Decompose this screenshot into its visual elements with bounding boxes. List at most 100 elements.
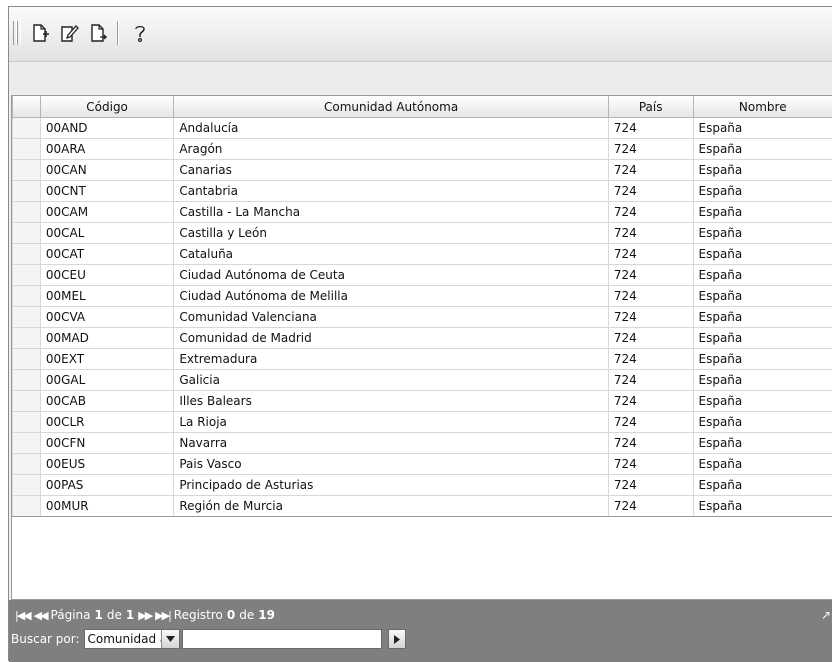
resize-grip-icon[interactable]: ↗ (821, 608, 831, 622)
cell-codigo: 00PAS (40, 475, 174, 496)
row-indicator[interactable] (13, 412, 41, 433)
window-frame: Código Comunidad Autónoma País Nombre 00… (8, 6, 832, 661)
table-row[interactable]: 00CFNNavarra724España (13, 433, 832, 454)
cell-nombre: España (693, 160, 832, 181)
cell-comunidad: Galicia (174, 370, 608, 391)
cell-pais: 724 (608, 265, 693, 286)
first-page-icon[interactable]: |◀◀ (15, 609, 30, 622)
cell-pais: 724 (608, 223, 693, 244)
table-row[interactable]: 00ARAAragón724España (13, 139, 832, 160)
row-indicator[interactable] (13, 160, 41, 181)
column-header-pais[interactable]: País (608, 96, 693, 118)
table-row[interactable]: 00CAMCastilla - La Mancha724España (13, 202, 832, 223)
cell-codigo: 00MUR (40, 496, 174, 517)
table-row[interactable]: 00EUSPais Vasco724España (13, 454, 832, 475)
table-row[interactable]: 00CEUCiudad Autónoma de Ceuta724España (13, 265, 832, 286)
cell-pais: 724 (608, 244, 693, 265)
cell-codigo: 00MAD (40, 328, 174, 349)
page-current: 1 (95, 608, 103, 622)
table-row[interactable]: 00CLRLa Rioja724España (13, 412, 832, 433)
row-indicator[interactable] (13, 496, 41, 517)
column-header-nombre[interactable]: Nombre (693, 96, 832, 118)
cell-codigo: 00CAB (40, 391, 174, 412)
data-grid[interactable]: Código Comunidad Autónoma País Nombre 00… (11, 95, 832, 600)
edit-document-button[interactable] (59, 21, 81, 45)
cell-codigo: 00CNT (40, 181, 174, 202)
table-row[interactable]: 00MURRegión de Murcia724España (13, 496, 832, 517)
cell-codigo: 00ARA (40, 139, 174, 160)
cell-pais: 724 (608, 433, 693, 454)
new-document-icon (31, 23, 49, 43)
table-row[interactable]: 00CATCataluña724España (13, 244, 832, 265)
table-row[interactable]: 00GALGalicia724España (13, 370, 832, 391)
table-row[interactable]: 00CALCastilla y León724España (13, 223, 832, 244)
table-row[interactable]: 00CABIlles Balears724España (13, 391, 832, 412)
edit-document-icon (60, 23, 80, 43)
chevron-down-icon[interactable] (161, 630, 179, 648)
record-of: de (239, 608, 254, 622)
row-indicator[interactable] (13, 139, 41, 160)
cell-nombre: España (693, 307, 832, 328)
cell-codigo: 00CLR (40, 412, 174, 433)
row-indicator[interactable] (13, 181, 41, 202)
search-input[interactable] (182, 629, 382, 649)
row-indicator[interactable] (13, 349, 41, 370)
cell-comunidad: Illes Balears (174, 391, 608, 412)
column-header-comunidad[interactable]: Comunidad Autónoma (174, 96, 608, 118)
cell-comunidad: Castilla - La Mancha (174, 202, 608, 223)
table-row[interactable]: 00MELCiudad Autónoma de Melilla724España (13, 286, 832, 307)
page-total: 1 (126, 608, 134, 622)
table-row[interactable]: 00PASPrincipado de Asturias724España (13, 475, 832, 496)
grid-header-row: Código Comunidad Autónoma País Nombre (13, 96, 832, 118)
help-button[interactable] (129, 21, 151, 45)
new-document-button[interactable] (29, 21, 51, 45)
cell-comunidad: Pais Vasco (174, 454, 608, 475)
cell-nombre: España (693, 265, 832, 286)
row-indicator[interactable] (13, 370, 41, 391)
cell-codigo: 00CVA (40, 307, 174, 328)
cell-comunidad: Ciudad Autónoma de Ceuta (174, 265, 608, 286)
search-field-select[interactable]: Comunidad au (84, 629, 180, 649)
row-indicator[interactable] (13, 391, 41, 412)
row-indicator[interactable] (13, 286, 41, 307)
help-icon (132, 23, 148, 43)
row-indicator[interactable] (13, 307, 41, 328)
row-indicator[interactable] (13, 244, 41, 265)
filter-band (9, 62, 832, 94)
row-indicator[interactable] (13, 202, 41, 223)
table-row[interactable]: 00ANDAndalucía724España (13, 118, 832, 139)
cell-codigo: 00MEL (40, 286, 174, 307)
last-page-icon[interactable]: ▶▶| (155, 609, 170, 622)
record-label: Registro (174, 608, 223, 622)
page-of: de (107, 608, 122, 622)
cell-pais: 724 (608, 328, 693, 349)
table-row[interactable]: 00CNTCantabria724España (13, 181, 832, 202)
search-go-button[interactable] (388, 629, 406, 649)
cell-nombre: España (693, 433, 832, 454)
prev-page-icon[interactable]: ◀◀ (34, 609, 47, 622)
cell-comunidad: Castilla y León (174, 223, 608, 244)
cell-codigo: 00CAT (40, 244, 174, 265)
pagination: |◀◀ ◀◀ Página 1 de 1 ▶▶ ▶▶| Registro 0 d… (15, 606, 275, 624)
row-indicator[interactable] (13, 223, 41, 244)
search-bar: Buscar por: Comunidad au (11, 628, 406, 650)
table-row[interactable]: 00CVAComunidad Valenciana724España (13, 307, 832, 328)
row-indicator[interactable] (13, 475, 41, 496)
table-row[interactable]: 00MADComunidad de Madrid724España (13, 328, 832, 349)
cell-comunidad: Aragón (174, 139, 608, 160)
column-header-codigo[interactable]: Código (40, 96, 174, 118)
row-indicator[interactable] (13, 433, 41, 454)
row-indicator[interactable] (13, 454, 41, 475)
row-indicator[interactable] (13, 265, 41, 286)
table-row[interactable]: 00EXTExtremadura724España (13, 349, 832, 370)
row-indicator[interactable] (13, 328, 41, 349)
cell-codigo: 00AND (40, 118, 174, 139)
cell-pais: 724 (608, 349, 693, 370)
next-page-icon[interactable]: ▶▶ (138, 609, 151, 622)
export-document-button[interactable] (87, 21, 109, 45)
cell-nombre: España (693, 328, 832, 349)
cell-nombre: España (693, 223, 832, 244)
cell-codigo: 00CEU (40, 265, 174, 286)
row-indicator[interactable] (13, 118, 41, 139)
table-row[interactable]: 00CANCanarias724España (13, 160, 832, 181)
